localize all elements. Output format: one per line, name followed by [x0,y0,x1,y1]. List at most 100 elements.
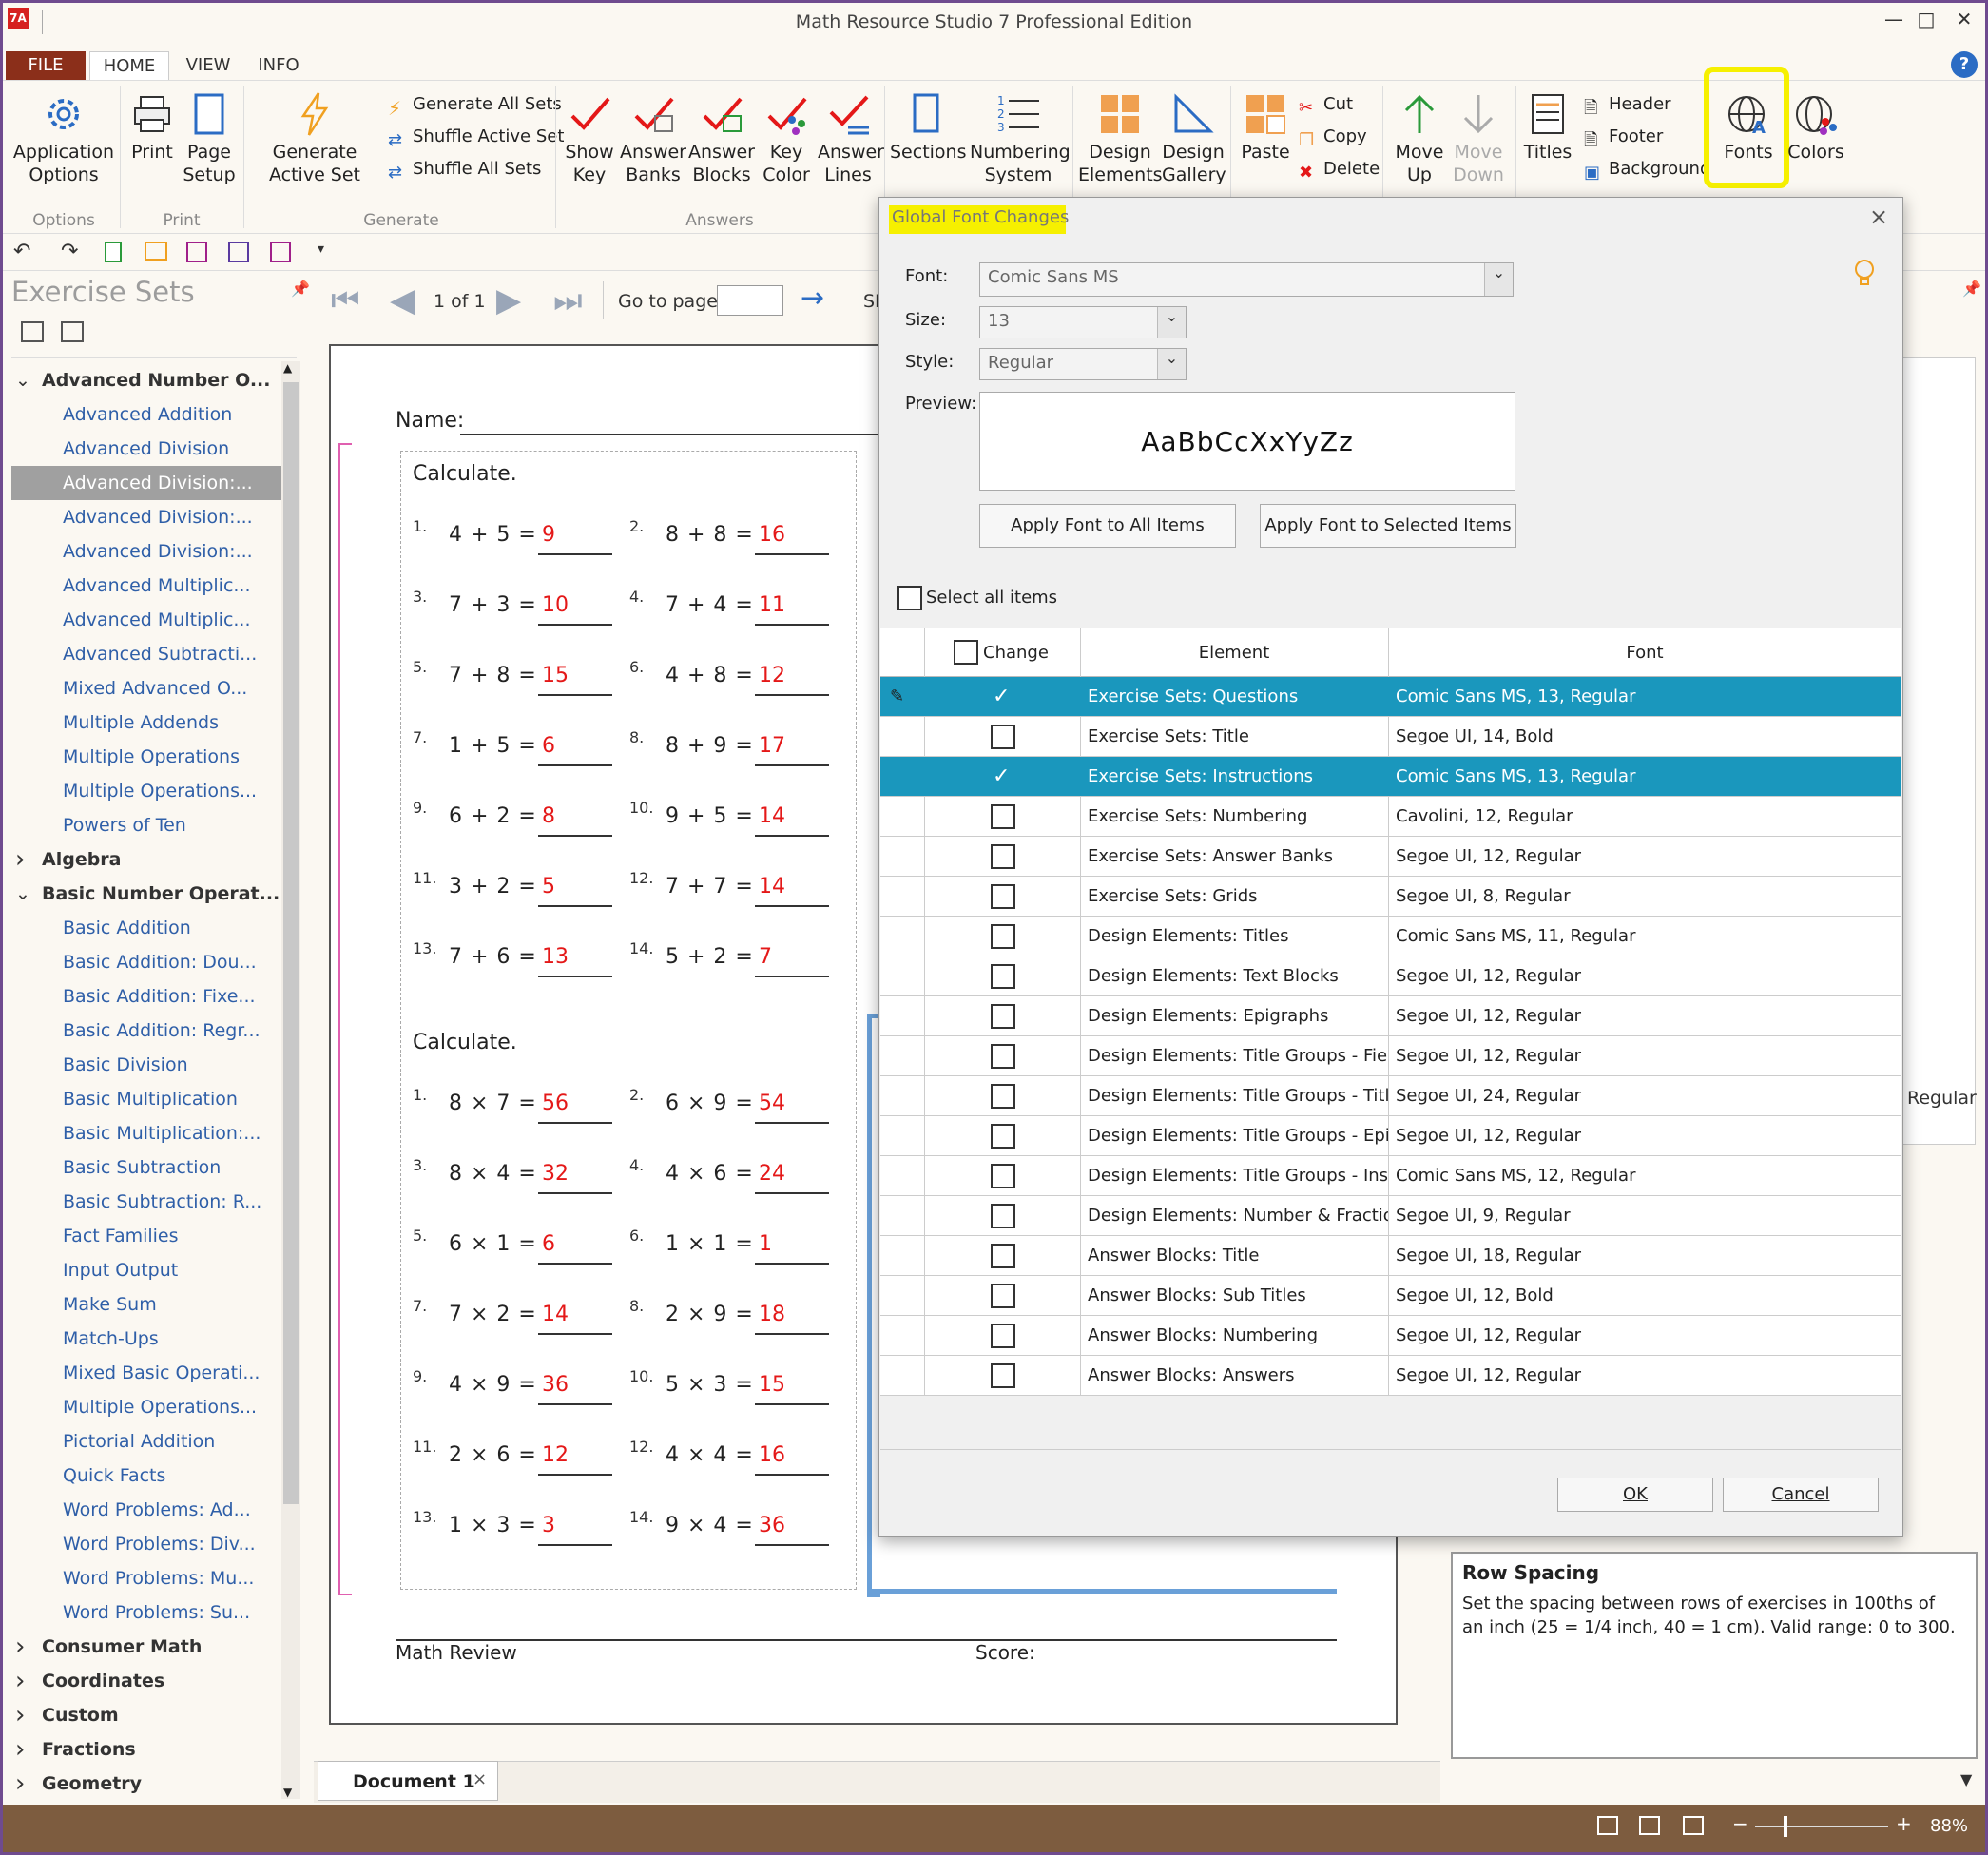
tree-item[interactable]: Advanced Multiplic... [11,603,281,637]
problem[interactable]: 10. 5 × 3 = 15 [629,1367,839,1411]
change-checkbox[interactable] [991,1284,1015,1308]
problem[interactable]: 10. 9 + 5 = 14 [629,799,839,842]
font-grid-row[interactable]: Answer Blocks: Sub Titles Segoe UI, 12, B… [880,1276,1901,1316]
tree-item[interactable]: Mixed Basic Operati... [11,1356,281,1390]
tree-category[interactable]: › Custom [11,1698,281,1732]
tree-item[interactable]: Fact Families [11,1219,281,1253]
tree-item[interactable]: Multiple Operations... [11,1390,281,1424]
fonts-button[interactable]: A Fonts [1719,91,1778,164]
tree-item[interactable]: Advanced Multiplic... [11,569,281,603]
problem[interactable]: 7. 7 × 2 = 14 [413,1297,622,1341]
tree-item[interactable]: Powers of Ten [11,808,281,842]
tree-category[interactable]: › Algebra [11,842,281,877]
generate-active-set-button[interactable]: Generate Active Set [251,91,378,186]
style-combobox[interactable]: Regular ⌄ [979,348,1187,380]
chevron-down-icon[interactable]: ⌄ [15,363,30,397]
change-checkbox[interactable] [991,1204,1015,1228]
problem[interactable]: 9. 4 × 9 = 36 [413,1367,622,1411]
save-all-icon[interactable] [270,242,291,262]
tree-item[interactable]: Basic Multiplication [11,1082,281,1116]
apply-font-selected-button[interactable]: Apply Font to Selected Items [1260,504,1516,548]
problem[interactable]: 12. 4 × 4 = 16 [629,1438,839,1481]
tree-item[interactable]: Advanced Division:... [11,466,281,500]
tree-category[interactable]: ⌄ Basic Number Operat... [11,877,281,911]
move-down-button[interactable]: Move Down [1447,91,1510,186]
select-all-checkbox[interactable] [897,586,922,610]
column-header-change[interactable]: Change [983,643,1049,663]
shuffle-all-sets-button[interactable]: ⇄ Shuffle All Sets [388,155,541,184]
last-page-icon[interactable]: ⏭ [553,281,583,319]
chevron-right-icon[interactable]: › [15,842,25,877]
sections-button[interactable]: Sections [890,91,967,164]
tree-item[interactable]: Quick Facts [11,1459,281,1493]
size-combobox[interactable]: 13 ⌄ [979,306,1187,338]
problem[interactable]: 9. 6 + 2 = 8 [413,799,622,842]
lightbulb-icon[interactable] [1854,259,1875,287]
chevron-right-icon[interactable]: › [15,1698,25,1732]
problem[interactable]: 3. 8 × 4 = 32 [413,1156,622,1200]
goto-page-input[interactable] [717,285,783,316]
cut-button[interactable]: ✂ Cut [1299,90,1353,119]
save-icon[interactable] [186,242,207,262]
tree-item[interactable]: Basic Addition: Regr... [11,1014,281,1048]
change-checkbox[interactable] [991,964,1015,989]
chevron-right-icon[interactable]: › [15,1732,25,1767]
pin-icon[interactable]: 📌 [291,280,310,298]
cancel-button[interactable]: Cancel [1723,1478,1879,1512]
tree-item[interactable]: Advanced Division:... [11,500,281,534]
answer-lines-button[interactable]: Answer Lines [818,91,884,186]
close-tab-icon[interactable]: × [473,1769,487,1789]
first-page-icon[interactable]: ⏮ [331,281,360,319]
help-icon[interactable]: ? [1951,51,1978,78]
show-key-button[interactable]: Show Key [561,91,618,186]
problem[interactable]: 14. 9 × 4 = 36 [629,1508,839,1552]
tree-item[interactable]: Advanced Division:... [11,534,281,569]
change-checkbox[interactable] [991,1044,1015,1069]
tree-item[interactable]: Basic Subtraction [11,1150,281,1185]
change-checkbox[interactable] [991,804,1015,829]
problem[interactable]: 2. 6 × 9 = 54 [629,1086,839,1130]
header-button[interactable]: 🗎 Header [1584,90,1671,119]
paste-button[interactable]: Paste [1236,91,1295,164]
problem[interactable]: 1. 8 × 7 = 56 [413,1086,622,1130]
chevron-right-icon[interactable]: › [15,1767,25,1801]
tree-item[interactable]: Word Problems: Mu... [11,1561,281,1595]
font-grid-row[interactable]: Design Elements: Epigraphs Segoe UI, 12, … [880,996,1901,1036]
scroll-up-icon[interactable]: ▲ [283,361,292,375]
fit-page-icon[interactable] [1639,1816,1660,1835]
answer-banks-button[interactable]: Answer Banks [620,91,686,186]
font-grid-row[interactable]: Answer Blocks: Answers Segoe UI, 12, Regu… [880,1356,1901,1396]
tree-item[interactable]: Mixed Advanced O... [11,671,281,705]
maximize-button[interactable]: □ [1907,8,1945,36]
problem[interactable]: 1. 4 + 5 = 9 [413,517,622,561]
problem[interactable]: 4. 7 + 4 = 11 [629,588,839,631]
expand-view-icon[interactable] [21,321,44,342]
problem[interactable]: 4. 4 × 6 = 24 [629,1156,839,1200]
chevron-right-icon[interactable]: › [15,1630,25,1664]
customize-toolbar-icon[interactable]: ▾ [318,242,324,257]
change-checkmark[interactable]: ✓ [993,677,1010,717]
titles-button[interactable]: Titles [1521,91,1574,164]
font-grid-row[interactable]: Exercise Sets: Numbering Cavolini, 12, Re… [880,797,1901,837]
undo-icon[interactable]: ↶ [13,240,30,263]
pin-icon[interactable]: 📌 [1962,280,1981,298]
change-checkbox[interactable] [991,725,1015,749]
change-checkbox[interactable] [991,844,1015,869]
delete-button[interactable]: ✖ Delete [1299,155,1380,184]
tab-file[interactable]: FILE [6,51,86,80]
new-file-icon[interactable] [105,242,122,262]
tree-item[interactable]: Multiple Operations... [11,774,281,808]
copy-button[interactable]: ❐ Copy [1299,123,1367,151]
tree-scrollbar[interactable]: ▲ ▼ [281,361,300,1799]
font-grid-row[interactable]: Design Elements: Title Groups - Instr...… [880,1156,1901,1196]
font-combobox[interactable]: Comic Sans MS ⌄ [979,262,1514,297]
tree-item[interactable]: Make Sum [11,1287,281,1322]
chevron-down-icon[interactable]: ⌄ [1157,307,1186,338]
answer-blocks-button[interactable]: Answer Blocks [688,91,755,186]
key-color-button[interactable]: Key Color [757,91,816,186]
change-checkbox[interactable] [991,1164,1015,1188]
tree-item[interactable]: Advanced Addition [11,397,281,432]
change-checkbox[interactable] [991,1084,1015,1109]
zoom-slider-track[interactable] [1755,1826,1888,1827]
font-grid-row[interactable]: Exercise Sets: Answer Banks Segoe UI, 12,… [880,837,1901,877]
